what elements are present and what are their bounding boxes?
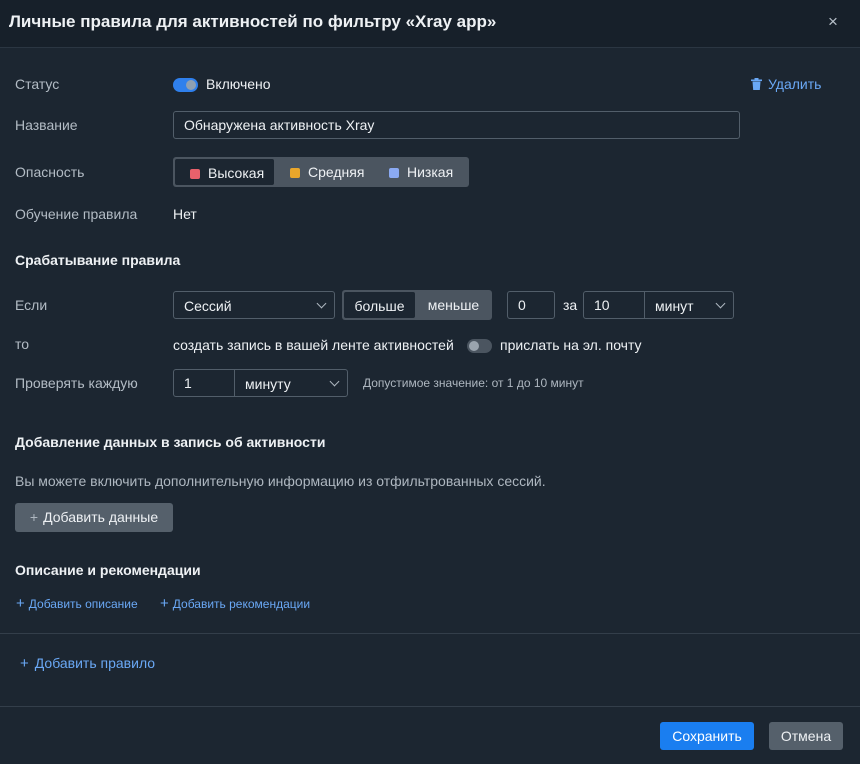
dialog-header: Личные правила для активностей по фильтр… <box>0 0 860 48</box>
footer-divider <box>0 706 860 707</box>
add-rule-label: Добавить правило <box>34 655 156 671</box>
plus-icon: + <box>16 595 25 612</box>
add-description-label: Добавить описание <box>28 597 138 611</box>
severity-medium-option[interactable]: Средняя <box>276 159 373 185</box>
status-label: Статус <box>15 76 60 92</box>
severity-selector: Высокая Средняя Низкая <box>173 157 469 187</box>
chevron-down-icon <box>715 298 726 309</box>
status-value: Включено <box>206 76 271 92</box>
severity-medium-swatch <box>290 168 300 178</box>
threshold-input[interactable] <box>507 291 555 319</box>
toggle-knob <box>186 80 196 90</box>
check-unit-select[interactable]: минуту <box>234 369 348 397</box>
severity-low-label: Низкая <box>407 164 454 180</box>
add-recommendations-label: Добавить рекомендации <box>172 597 311 611</box>
if-label: Если <box>15 297 48 313</box>
severity-low-swatch <box>389 168 399 178</box>
email-label: прислать на эл. почту <box>500 337 642 353</box>
name-input[interactable] <box>173 111 740 139</box>
severity-label: Опасность <box>15 164 85 180</box>
add-recommendations-link[interactable]: + Добавить рекомендации <box>160 595 310 612</box>
metric-select-value: Сессий <box>184 298 232 314</box>
save-button[interactable]: Сохранить <box>660 722 754 750</box>
delete-label: Удалить <box>768 76 822 92</box>
toggle-knob <box>469 341 479 351</box>
add-data-button[interactable]: + Добавить данные <box>15 503 173 532</box>
check-interval-input[interactable] <box>173 369 235 397</box>
dialog-title: Личные правила для активностей по фильтр… <box>9 12 497 31</box>
check-unit-value: минуту <box>245 376 291 392</box>
then-label: то <box>15 336 30 352</box>
add-data-description: Вы можете включить дополнительную информ… <box>15 473 546 489</box>
then-text: создать запись в вашей ленте активностей <box>173 337 454 353</box>
chevron-down-icon <box>329 376 340 387</box>
delete-button[interactable]: Удалить <box>751 76 821 92</box>
divider <box>0 633 860 634</box>
severity-high-swatch <box>190 169 200 179</box>
for-label: за <box>563 297 578 313</box>
plus-icon: + <box>29 509 39 525</box>
trash-icon <box>751 78 762 90</box>
period-unit-value: минут <box>655 298 694 314</box>
add-data-section-title: Добавление данных в запись об активности <box>15 434 326 450</box>
comparison-selector: больше меньше <box>342 290 492 320</box>
name-label: Название <box>15 117 78 133</box>
status-toggle[interactable] <box>173 78 198 92</box>
comparison-more-option[interactable]: больше <box>344 292 415 318</box>
comparison-less-option[interactable]: меньше <box>417 292 490 318</box>
severity-low-option[interactable]: Низкая <box>375 159 467 185</box>
trigger-section-title: Срабатывание правила <box>15 252 181 268</box>
desc-section-title: Описание и рекомендации <box>15 562 201 578</box>
severity-medium-label: Средняя <box>308 164 365 180</box>
add-rule-link[interactable]: + Добавить правило <box>20 655 155 672</box>
check-hint: Допустимое значение: от 1 до 10 минут <box>363 376 584 390</box>
plus-icon: + <box>20 655 29 672</box>
add-description-link[interactable]: + Добавить описание <box>16 595 138 612</box>
email-toggle[interactable] <box>467 339 492 353</box>
plus-icon: + <box>160 595 169 612</box>
check-label: Проверять каждую <box>15 375 138 391</box>
close-icon[interactable]: × <box>824 12 842 32</box>
learning-value: Нет <box>173 206 197 222</box>
metric-select[interactable]: Сессий <box>173 291 335 319</box>
learning-label: Обучение правила <box>15 206 138 222</box>
severity-high-option[interactable]: Высокая <box>175 159 274 185</box>
chevron-down-icon <box>316 298 327 309</box>
add-data-button-label: Добавить данные <box>43 509 159 525</box>
cancel-button[interactable]: Отмена <box>769 722 843 750</box>
period-unit-select[interactable]: минут <box>644 291 734 319</box>
severity-high-label: Высокая <box>208 165 265 181</box>
period-input[interactable] <box>583 291 645 319</box>
